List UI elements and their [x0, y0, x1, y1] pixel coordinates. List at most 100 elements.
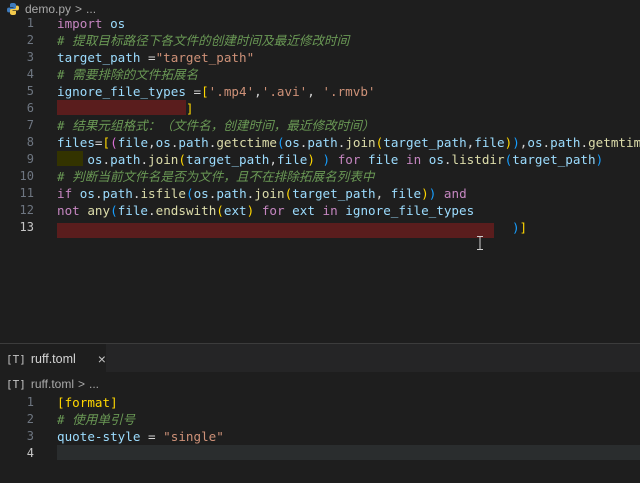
code-line[interactable]: 1 import os	[0, 15, 640, 32]
code-token: (	[110, 203, 118, 218]
code-text[interactable]: ]	[57, 100, 194, 117]
code-token: getctime	[216, 135, 278, 150]
breadcrumb-more[interactable]: ...	[86, 2, 96, 16]
code-text[interactable]: # 结果元组格式：（文件名，创建时间，最近修改时间）	[57, 117, 374, 134]
line-number: 10	[19, 169, 34, 183]
code-token: target_path	[292, 186, 376, 201]
code-text[interactable]: not any(file.endswith(ext) for ext in ig…	[57, 202, 474, 219]
code-token: os	[110, 16, 126, 31]
code-line[interactable]: 3 target_path ="target_path"	[0, 49, 640, 66]
code-token: (	[277, 135, 285, 150]
code-token: os	[155, 135, 171, 150]
code-text[interactable]: [format]	[57, 394, 118, 411]
code-token: (	[178, 152, 186, 167]
code-editor[interactable]: 1 [format] 2 # 使用单引号 3 quote-style = "single"…	[0, 394, 640, 464]
code-token: ,	[269, 152, 277, 167]
code-text[interactable]: # 提取目标路径下各文件的创建时间及最近修改时间	[57, 32, 349, 49]
code-token: and	[443, 186, 467, 201]
code-token: ]	[185, 101, 194, 116]
code-token: =	[185, 84, 202, 99]
line-number: 12	[19, 203, 34, 217]
code-text[interactable]: )]	[57, 219, 527, 236]
code-token: .	[102, 152, 111, 167]
breadcrumb-file[interactable]: demo.py	[25, 2, 71, 16]
code-token: for	[337, 152, 361, 167]
code-token: endswith	[155, 203, 217, 218]
tab-label: ruff.toml	[30, 352, 76, 366]
code-editor[interactable]: 1 import os 2 # 提取目标路径下各文件的创建时间及最近修改时间 3 targ…	[0, 15, 640, 238]
code-line[interactable]: 5 ignore_file_types =['.mp4','.avi', '.rm…	[0, 83, 640, 100]
code-line[interactable]: 8 files=[(file,os.path.getctime(os.path.j…	[0, 134, 640, 151]
code-token: ]	[519, 220, 528, 235]
code-token: [format]	[57, 395, 118, 410]
code-token: join	[148, 152, 179, 167]
code-line[interactable]: 1 [format]	[0, 394, 640, 411]
code-token: (	[185, 186, 194, 201]
code-text[interactable]: # 判断当前文件名是否为文件，且不在排除拓展名列表中	[57, 168, 374, 185]
code-text[interactable]: files=[(file,os.path.getctime(os.path.jo…	[57, 134, 640, 151]
code-line[interactable]: 4	[0, 445, 640, 462]
code-line[interactable]: 6 ]	[0, 100, 640, 117]
code-token: # 提取目标路径下各文件的创建时间及最近修改时间	[57, 33, 350, 48]
text-cursor-icon	[477, 235, 483, 250]
code-line[interactable]: 10 # 判断当前文件名是否为文件，且不在排除拓展名列表中	[0, 168, 640, 185]
code-token: path	[550, 135, 581, 150]
code-token: )	[421, 186, 429, 201]
code-text[interactable]: ignore_file_types =['.mp4','.avi', '.rmv…	[57, 83, 376, 100]
code-line[interactable]: 13 )]	[0, 219, 640, 236]
code-line[interactable]: 2 # 提取目标路径下各文件的创建时间及最近修改时间	[0, 32, 640, 49]
code-token: os	[527, 135, 543, 150]
code-token: # 判断当前文件名是否为文件，且不在排除拓展名列表中	[57, 169, 375, 184]
code-text[interactable]: if os.path.isfile(os.path.join(target_pa…	[57, 185, 467, 202]
code-token: any	[87, 203, 111, 218]
code-line[interactable]: 9 os.path.join(target_path,file) ) for f…	[0, 151, 640, 168]
code-text[interactable]: target_path ="target_path"	[57, 49, 254, 66]
code-token: (	[216, 203, 224, 218]
code-token: # 需要排除的文件拓展名	[57, 67, 199, 82]
code-line[interactable]: 4 # 需要排除的文件拓展名	[0, 66, 640, 83]
code-token: getmtime	[588, 135, 640, 150]
code-line[interactable]: 7 # 结果元组格式：（文件名，创建时间，最近修改时间）	[0, 117, 640, 134]
code-token: isfile	[140, 186, 186, 201]
line-number: 9	[26, 152, 34, 166]
chevron-right-icon: >	[75, 2, 83, 16]
toml-file-icon: [T]	[6, 377, 26, 391]
line-number: 13	[19, 220, 34, 234]
close-icon[interactable]: ×	[98, 351, 106, 367]
code-token: os	[79, 186, 95, 201]
code-text[interactable]: # 需要排除的文件拓展名	[57, 66, 198, 83]
breadcrumb: [T] ruff.toml > ...	[0, 376, 99, 392]
code-token: =	[140, 429, 164, 444]
code-text[interactable]: import os	[57, 15, 125, 32]
line-number: 7	[26, 118, 34, 132]
code-text[interactable]: quote-style = "single"	[57, 428, 224, 445]
tab-ruff-toml[interactable]: [T] ruff.toml ×	[0, 344, 106, 373]
code-text[interactable]: # 使用单引号	[57, 411, 135, 428]
code-token: '.mp4'	[208, 84, 255, 99]
breadcrumb-more[interactable]: ...	[89, 377, 99, 391]
code-line[interactable]: 11 if os.path.isfile(os.path.join(target_…	[0, 185, 640, 202]
code-line[interactable]: 3 quote-style = "single"	[0, 428, 640, 445]
code-token: .	[140, 152, 149, 167]
code-token: os	[87, 152, 103, 167]
code-line[interactable]: 2 # 使用单引号	[0, 411, 640, 428]
toml-file-icon: [T]	[6, 352, 26, 366]
code-token: for	[261, 203, 285, 218]
code-text[interactable]: os.path.join(target_path,file) ) for fil…	[57, 151, 603, 168]
line-number: 2	[26, 33, 34, 47]
code-line[interactable]: 12 not any(file.endswith(ext) for ext in …	[0, 202, 640, 219]
code-token: .	[148, 203, 156, 218]
line-number: 1	[26, 395, 34, 409]
code-token: path	[307, 135, 338, 150]
code-token: ,	[375, 186, 391, 201]
code-token: ignore_file_types	[345, 203, 475, 218]
breadcrumb-file[interactable]: ruff.toml	[31, 377, 74, 391]
code-token: in	[322, 203, 338, 218]
